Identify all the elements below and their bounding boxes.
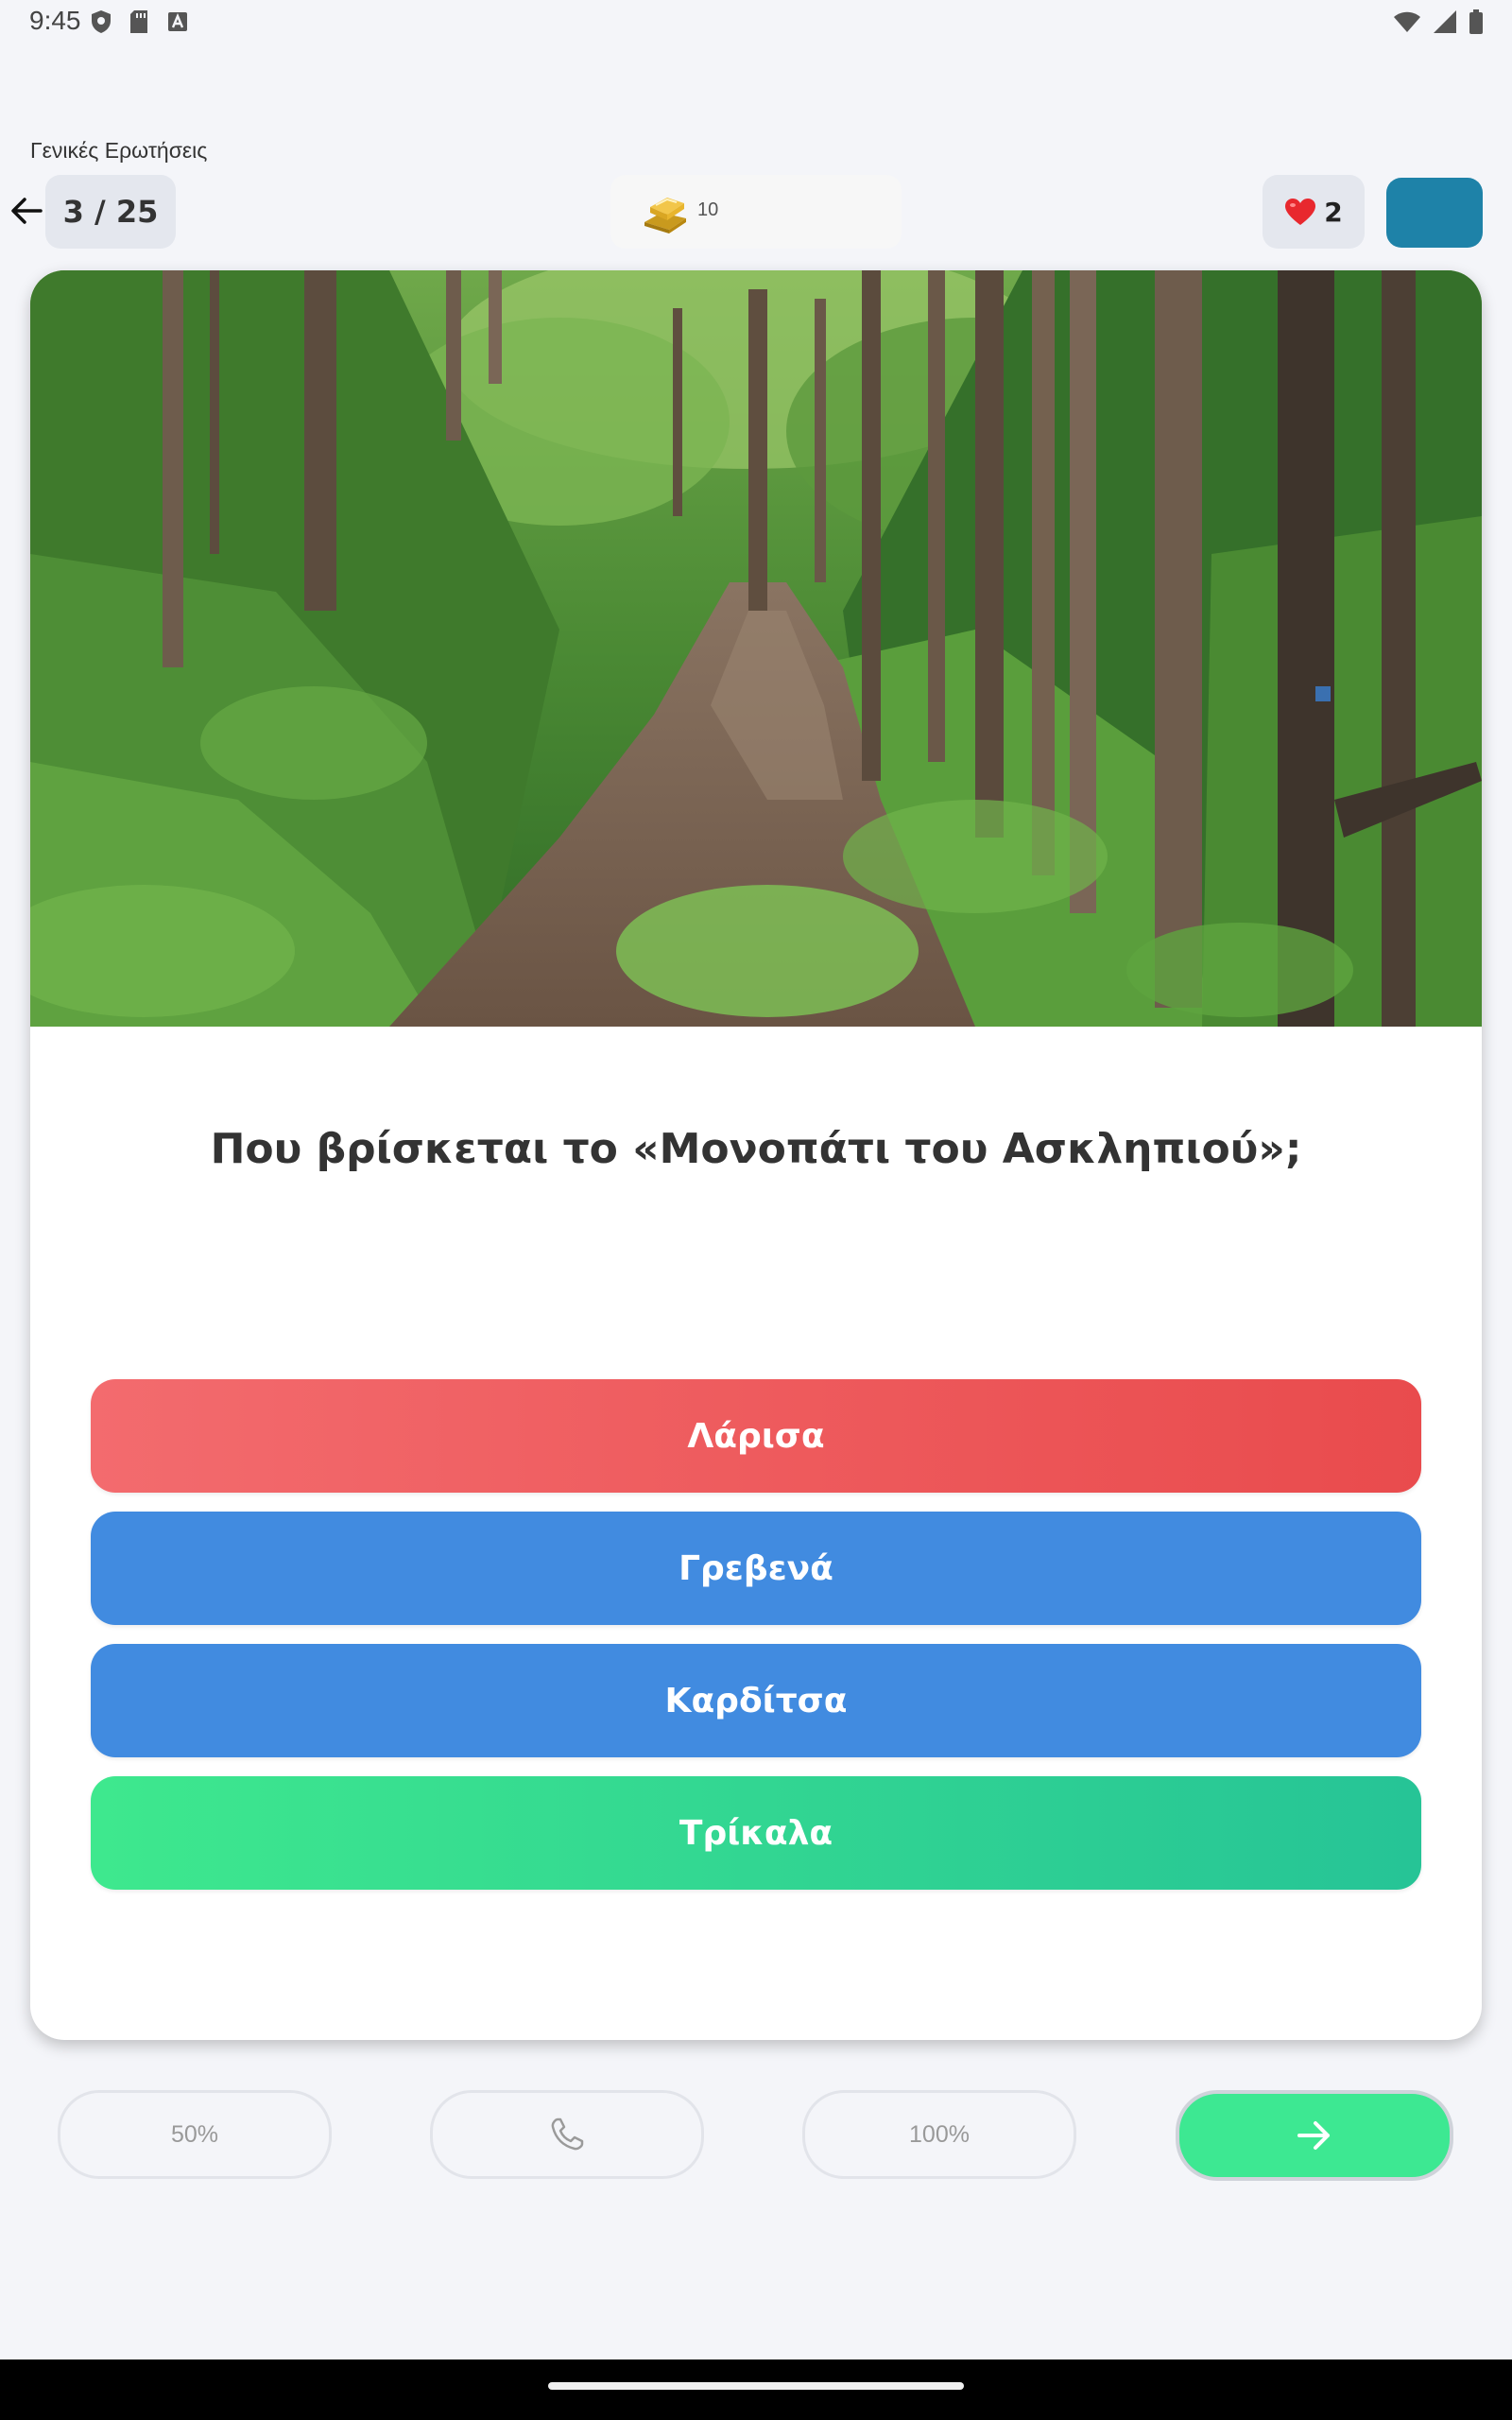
answer-button-4[interactable]: Τρίκαλα [91, 1776, 1421, 1890]
lives-counter: 2 [1263, 175, 1365, 249]
arrow-right-icon [1297, 2121, 1330, 2150]
next-question-button[interactable] [1176, 2090, 1453, 2181]
answer-button-2[interactable]: Γρεβενά [91, 1512, 1421, 1625]
hundred-percent-button[interactable]: 100% [802, 2090, 1076, 2179]
answer-button-3[interactable]: Καρδίτσα [91, 1644, 1421, 1757]
arrow-left-icon [11, 198, 43, 224]
lives-value: 2 [1324, 196, 1343, 228]
coins-value: 10 [697, 199, 719, 220]
category-title: Γενικές Ερωτήσεις [30, 138, 208, 163]
shield-icon [92, 10, 111, 33]
phone-lifeline-button[interactable] [430, 2090, 704, 2179]
status-bar: 9:45 [0, 0, 1512, 45]
coins-counter: 10 [610, 175, 902, 249]
home-indicator[interactable] [548, 2382, 964, 2390]
answer-button-1[interactable]: Λάρισα [91, 1379, 1421, 1493]
forest-path-image [30, 270, 1482, 1027]
heart-icon [1285, 199, 1316, 225]
gold-bars-icon [644, 198, 686, 233]
battery-icon [1469, 9, 1483, 34]
profile-button[interactable] [1386, 178, 1483, 248]
wifi-icon [1394, 11, 1420, 32]
status-time: 9:45 [29, 6, 81, 35]
signal-icon [1434, 10, 1456, 33]
fifty-fifty-button[interactable]: 50% [58, 2090, 332, 2179]
back-button[interactable] [8, 192, 45, 230]
question-card: Που βρίσκεται το «Μονοπάτι του Ασκληπιού… [30, 270, 1482, 2040]
status-icons-left [91, 9, 189, 34]
system-nav-bar [0, 2360, 1512, 2420]
status-icons-right [1393, 9, 1484, 34]
phone-icon [551, 2118, 584, 2151]
question-progress: 3 / 25 [45, 175, 176, 249]
question-text: Που βρίσκεται το «Μονοπάτι του Ασκληπιού… [210, 1125, 1302, 1173]
keyboard-a-icon [168, 12, 187, 31]
sd-card-icon [130, 10, 147, 33]
